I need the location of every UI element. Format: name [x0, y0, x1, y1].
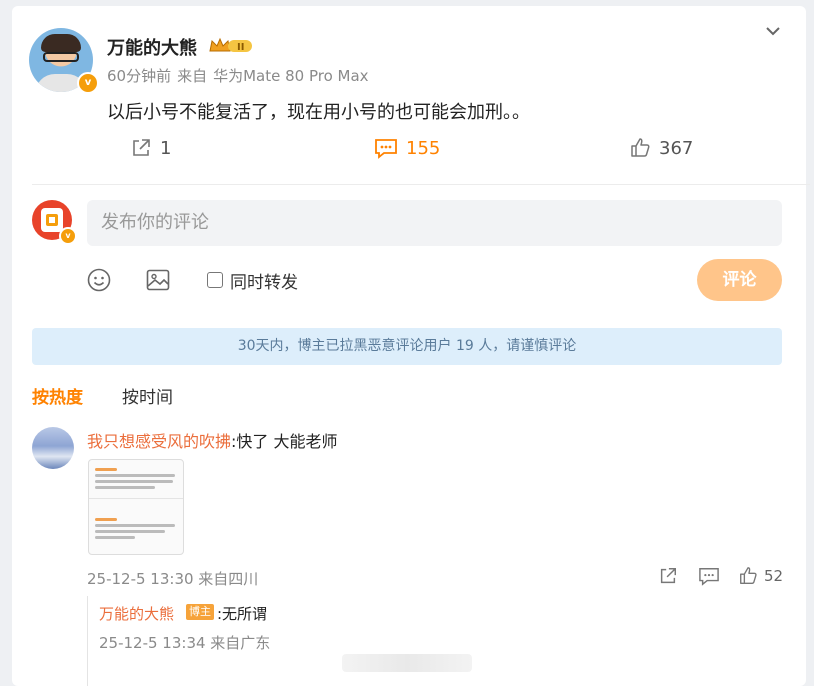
comment-like-button[interactable]: 52 — [738, 566, 783, 586]
repost-checkbox[interactable] — [207, 272, 223, 288]
thumbs-up-icon — [631, 138, 650, 157]
comment-icon — [375, 139, 397, 159]
comment-text: :快了 大能老师 — [231, 432, 338, 451]
weibo-post-card: v 万能的大熊 II 60分钟前 来自 华为Mate 80 Pro Max 以后小号… — [12, 6, 810, 686]
repost-count: 1 — [160, 137, 172, 159]
post-content: 以后小号不能复活了，现在用小号的也可能会加刑。。 — [107, 102, 530, 123]
reply-author[interactable]: 万能的大熊 — [99, 603, 174, 624]
post-time[interactable]: 60分钟前 — [107, 67, 171, 85]
crown-level-icon: II — [209, 37, 252, 53]
comment-thumbs-up-icon — [740, 567, 757, 584]
reply-text: :无所谓 — [217, 605, 268, 623]
post-meta: 60分钟前 来自 华为Mate 80 Pro Max — [107, 65, 375, 86]
tab-time[interactable]: 按时间 — [122, 383, 173, 408]
author-badge: 博主 — [186, 604, 214, 620]
reply-meta: 25-12-5 13:34 来自广东 — [99, 634, 271, 652]
repost-checkbox-label[interactable]: 同时转发 — [230, 268, 298, 293]
verified-badge-icon: v — [77, 72, 99, 94]
comment-reply-icon[interactable] — [698, 566, 720, 586]
post-source: 华为Mate 80 Pro Max — [213, 67, 369, 85]
comment-like-count: 52 — [764, 567, 784, 585]
repost-button[interactable]: 1 — [130, 137, 171, 159]
chevron-down-icon[interactable] — [762, 20, 784, 42]
more-replies-link[interactable] — [342, 654, 472, 672]
level-text: II — [237, 42, 244, 53]
comment-image-thumbnail[interactable] — [88, 459, 184, 555]
commenter-name[interactable]: 我只想感受风的吹拂 — [87, 432, 231, 451]
emoji-icon[interactable] — [86, 267, 112, 293]
source-prefix: 来自 — [177, 67, 208, 85]
author-name[interactable]: 万能的大熊 — [107, 34, 197, 60]
blocked-users-notice: 30天内，博主已拉黑恶意评论用户 19 人，请谨慎评论 — [32, 328, 782, 365]
submit-comment-button[interactable]: 评论 — [697, 259, 782, 301]
divider — [32, 184, 810, 185]
comment-share-icon[interactable] — [658, 566, 678, 586]
comment-meta: 25-12-5 13:30 来自四川 — [87, 570, 259, 588]
comment-line: 我只想感受风的吹拂:快了 大能老师 — [87, 428, 338, 452]
tab-hot[interactable]: 按热度 — [32, 383, 83, 408]
my-verified-icon: v — [59, 227, 77, 245]
commenter-avatar[interactable] — [32, 427, 74, 469]
like-count: 367 — [659, 137, 694, 159]
comment-button[interactable]: 155 — [374, 137, 440, 159]
share-icon — [133, 139, 150, 156]
comment-count: 155 — [406, 137, 441, 159]
like-button[interactable]: 367 — [629, 137, 693, 159]
comment-input[interactable]: 发布你的评论 — [87, 200, 782, 246]
image-icon[interactable] — [145, 267, 171, 293]
